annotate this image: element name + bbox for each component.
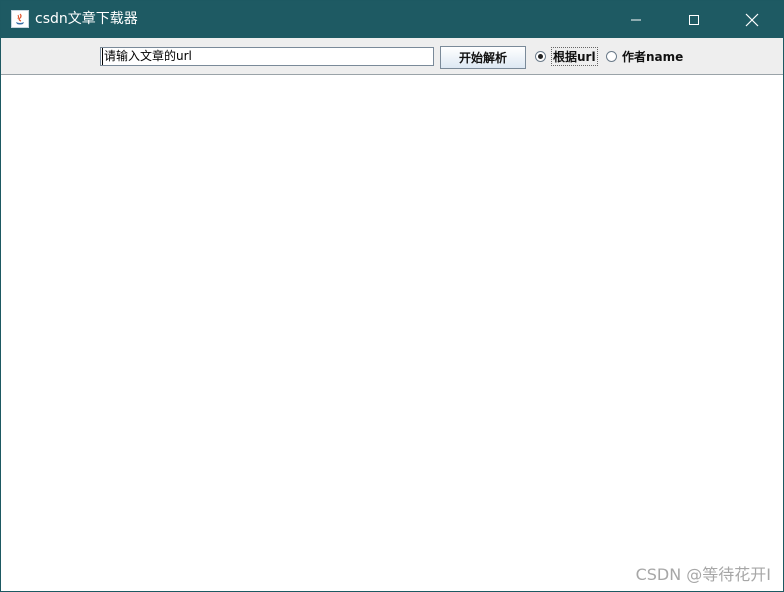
maximize-button[interactable] [665,1,723,38]
close-button[interactable] [723,1,781,38]
maximize-icon [689,14,699,25]
url-input[interactable]: 请输入文章的url [100,47,434,66]
window-title: csdn文章下载器 [35,11,138,27]
radio-by-author-label: 作者name [622,50,684,64]
watermark: CSDN @等待花开I [635,565,771,584]
radio-by-url-label: 根据url [551,47,598,66]
toolbar: 请输入文章的url 开始解析 根据url 作者name [1,38,783,75]
minimize-button[interactable] [607,1,665,38]
radio-unselected-icon [606,51,617,62]
minimize-icon [631,19,641,20]
radio-selected-icon [535,51,546,62]
title-bar[interactable]: csdn文章下载器 [1,1,783,38]
close-icon [745,13,759,26]
app-window: csdn文章下载器 请输入文章的url 开始解析 根据url 作者name CS… [0,0,784,592]
start-parse-button[interactable]: 开始解析 [440,46,526,69]
radio-by-author[interactable]: 作者name [606,48,683,65]
radio-by-url[interactable]: 根据url [535,47,598,66]
url-input-value: 请输入文章的url [102,48,192,65]
content-area: CSDN @等待花开I [1,75,783,591]
java-app-icon [11,10,29,28]
